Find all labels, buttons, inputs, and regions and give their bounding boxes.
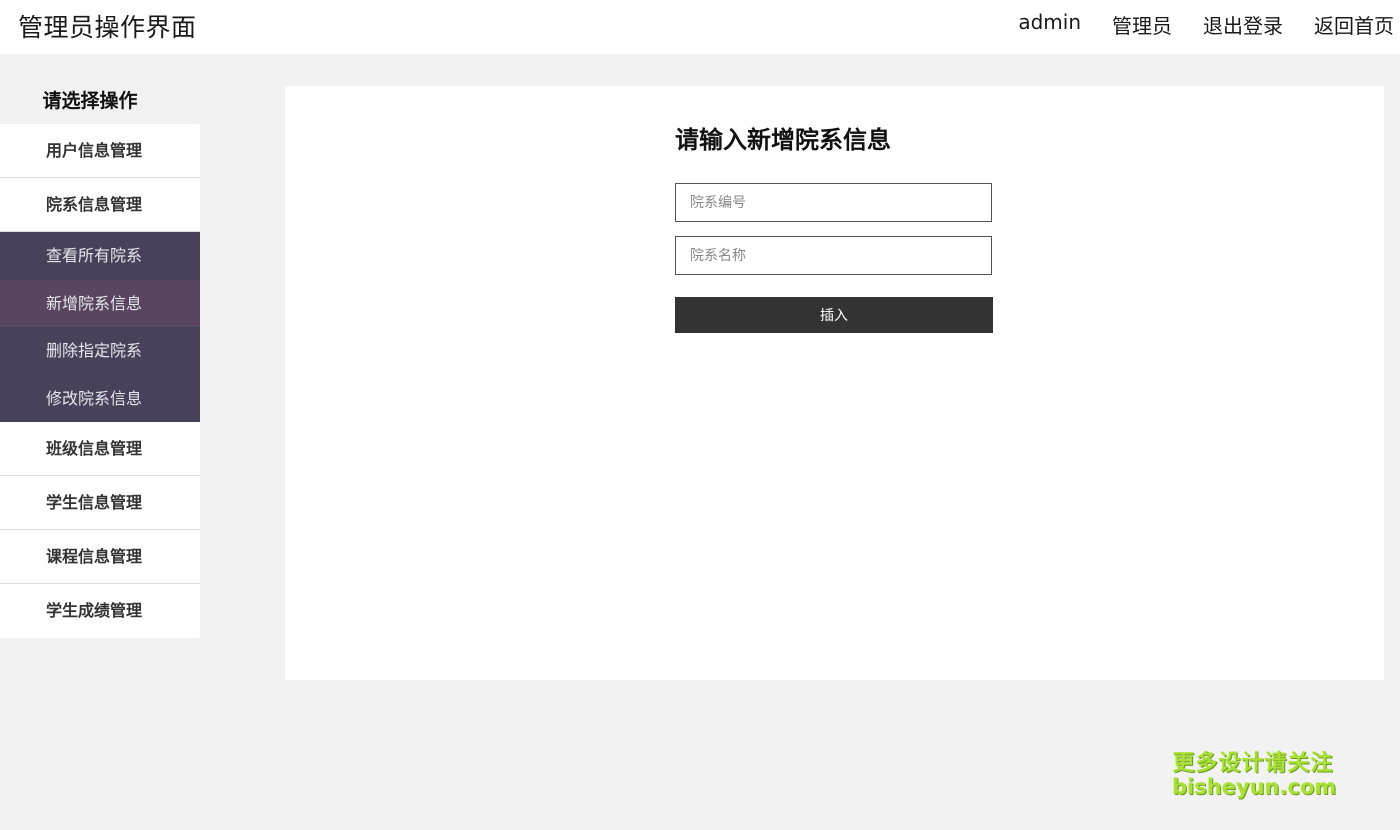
menu-item-student-management[interactable]: 学生信息管理 — [0, 476, 200, 530]
nav-home-link[interactable]: 返回首页 — [1314, 10, 1394, 39]
nav-role-link[interactable]: 管理员 — [1112, 10, 1172, 39]
watermark: 更多设计请关注 bisheyun.com — [1172, 751, 1337, 800]
submenu-item-view-departments[interactable]: 查看所有院系 — [0, 232, 200, 280]
submenu-item-add-department[interactable]: 新增院系信息 — [0, 279, 200, 327]
watermark-line-2: bisheyun.com — [1172, 775, 1337, 800]
form-title: 请输入新增院系信息 — [675, 126, 891, 154]
sidebar-title: 请选择操作 — [42, 90, 138, 112]
menu-item-course-management[interactable]: 课程信息管理 — [0, 530, 200, 584]
sidebar-menu: 用户信息管理 院系信息管理 查看所有院系 新增院系信息 删除指定院系 修改院系信… — [0, 124, 200, 638]
add-department-form: 请输入新增院系信息 插入 — [675, 120, 993, 333]
department-name-input[interactable] — [675, 236, 992, 275]
top-bar: 管理员操作界面 admin 管理员 退出登录 返回首页 — [0, 0, 1400, 54]
department-submenu: 查看所有院系 新增院系信息 删除指定院系 修改院系信息 — [0, 232, 200, 422]
nav-username-link[interactable]: admin — [1018, 10, 1081, 39]
menu-item-user-management[interactable]: 用户信息管理 — [0, 124, 200, 178]
watermark-line-1: 更多设计请关注 — [1172, 751, 1334, 776]
menu-item-class-management[interactable]: 班级信息管理 — [0, 422, 200, 476]
nav-logout-link[interactable]: 退出登录 — [1203, 10, 1283, 39]
top-nav: admin 管理员 退出登录 返回首页 — [1018, 10, 1394, 39]
insert-button[interactable]: 插入 — [675, 297, 993, 333]
submenu-item-edit-department[interactable]: 修改院系信息 — [0, 375, 200, 423]
department-id-input[interactable] — [675, 183, 992, 222]
menu-item-grade-management[interactable]: 学生成绩管理 — [0, 584, 200, 638]
sidebar: 请选择操作 用户信息管理 院系信息管理 查看所有院系 新增院系信息 删除指定院系… — [0, 86, 200, 638]
app-title: 管理员操作界面 — [18, 13, 197, 42]
submenu-item-delete-department[interactable]: 删除指定院系 — [0, 327, 200, 375]
main-content-panel: 请输入新增院系信息 插入 — [285, 86, 1384, 680]
menu-item-department-management[interactable]: 院系信息管理 — [0, 178, 200, 232]
